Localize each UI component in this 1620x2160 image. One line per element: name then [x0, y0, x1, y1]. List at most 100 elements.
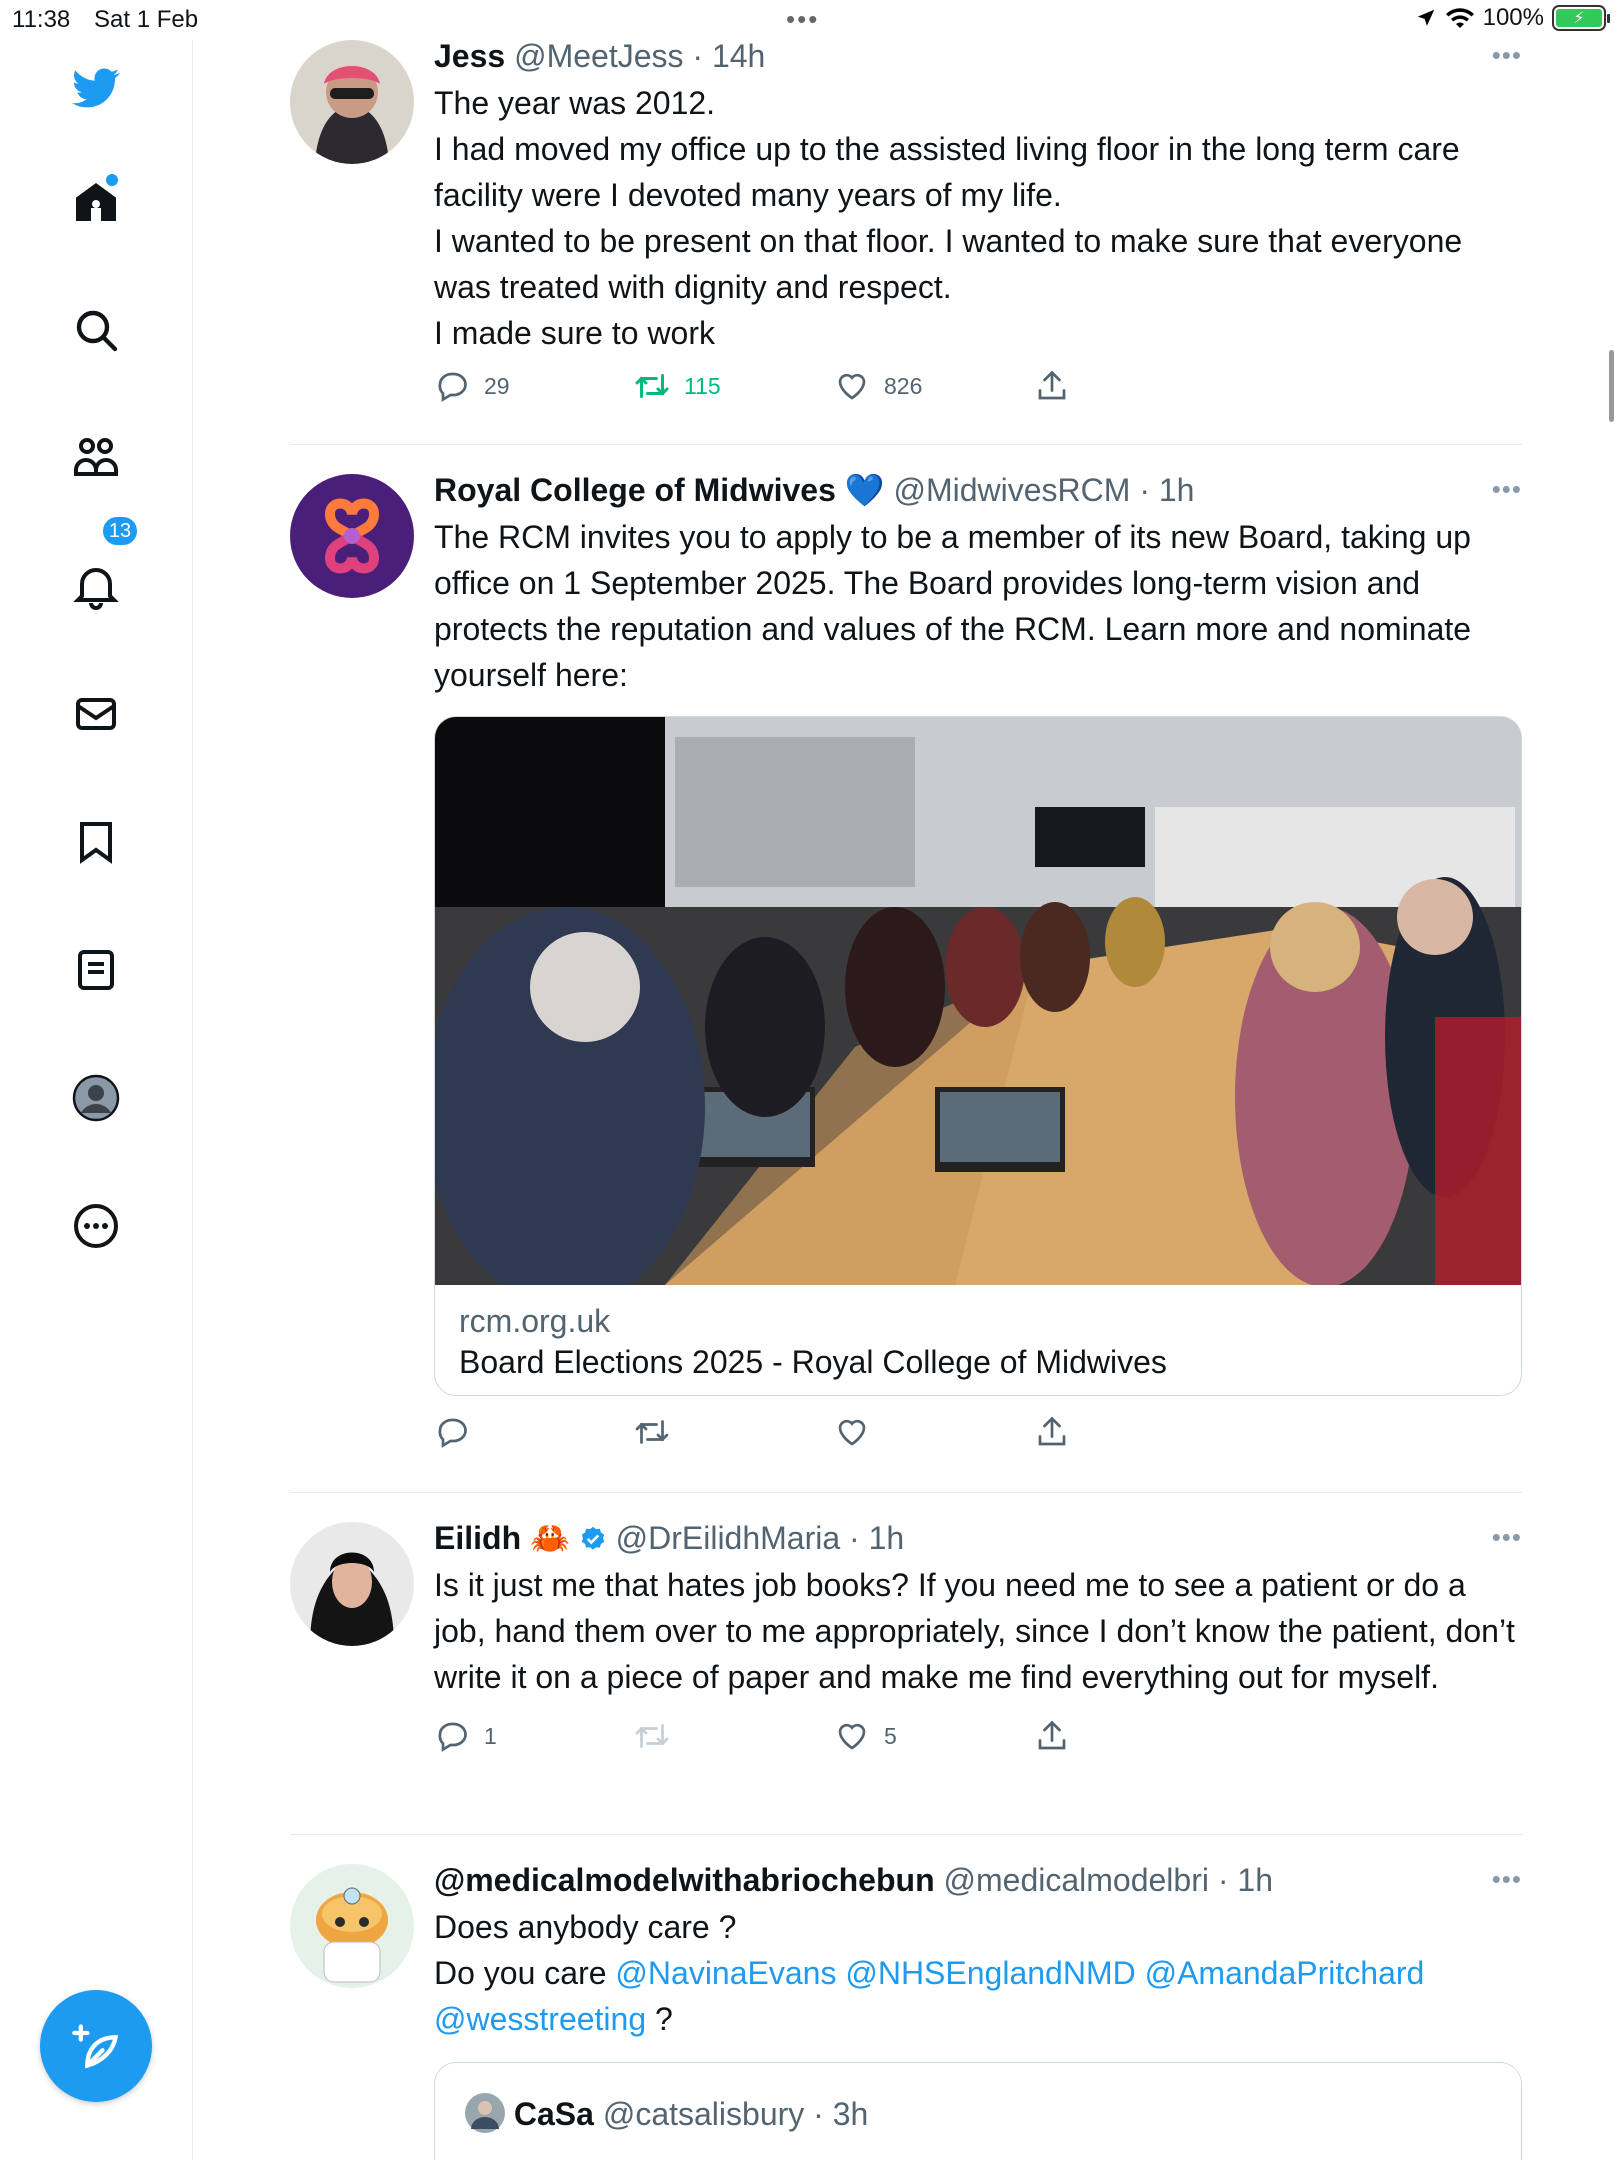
search-icon[interactable] [66, 300, 126, 360]
link-card-image[interactable] [435, 717, 1521, 1285]
retweet-button[interactable]: 115 [634, 368, 721, 404]
reply-button[interactable]: 29 [434, 368, 510, 404]
heart-icon [838, 1419, 866, 1446]
author-name[interactable]: Jess [434, 38, 505, 74]
status-date: Sat 1 Feb [94, 6, 199, 33]
like-button[interactable]: 826 [834, 368, 922, 404]
tweet-text-line: Does anybody care ? [434, 1909, 737, 1945]
link-card-title: Board Elections 2025 - Royal College of … [459, 1344, 1167, 1380]
status-bar: 11:38 Sat 1 Feb ••• 100% ⚡ [0, 0, 1620, 40]
compose-tweet-button[interactable] [40, 1990, 152, 2102]
tweet-more-icon[interactable]: ••• [1492, 1522, 1522, 1553]
twitter-logo-icon[interactable] [66, 58, 126, 118]
messages-envelope-icon[interactable] [66, 684, 126, 744]
retweet-icon [635, 1420, 669, 1444]
tweet-actions: 1 5 [434, 1718, 1522, 1768]
tweet-text-line: I made sure to work [434, 315, 715, 351]
tweet-text-line: @wesstreeting ? [434, 1996, 1522, 2042]
mention-link[interactable]: @wesstreeting [434, 2001, 646, 2037]
share-button[interactable] [1034, 368, 1070, 404]
share-upload-icon [1038, 1416, 1066, 1446]
battery-icon: ⚡ [1552, 5, 1610, 31]
profile-avatar-icon[interactable] [66, 1068, 126, 1128]
mention-link[interactable]: @NHSEnglandNMD [845, 1955, 1135, 1991]
tweet-text: Is it just me that hates job books? If y… [434, 1567, 1515, 1695]
tweet-header: Jess @MeetJess · 14h [434, 36, 1522, 76]
multitasking-dots-icon[interactable]: ••• [786, 4, 819, 35]
author-name[interactable]: Royal College of Midwives [434, 472, 836, 508]
avatar[interactable] [290, 1864, 414, 1988]
reply-bubble-icon [438, 1418, 467, 1448]
reply-button[interactable] [434, 1414, 470, 1450]
status-time: 11:38 [12, 6, 71, 33]
like-count: 5 [884, 1722, 897, 1749]
blue-heart-emoji: 💙 [844, 472, 885, 508]
scrollbar[interactable] [1609, 350, 1614, 422]
home-unread-dot [106, 174, 118, 186]
notifications-bell-icon[interactable] [66, 556, 126, 616]
author-handle[interactable]: @MeetJess [514, 38, 683, 74]
retweet-count: 115 [684, 372, 721, 399]
quoted-tweet-time[interactable]: · 3h [813, 2096, 868, 2132]
notifications-badge: 13 [100, 514, 140, 548]
share-button[interactable] [1034, 1718, 1070, 1754]
tweet-text-line: Do you care @NavinaEvans @NHSEnglandNMD … [434, 1950, 1522, 1996]
like-count: 826 [884, 372, 923, 399]
mention-link[interactable]: @AmandaPritchard [1145, 1955, 1425, 1991]
reply-bubble-icon [438, 372, 467, 402]
tweet-header: @medicalmodelwithabriochebun @medicalmod… [434, 1860, 1522, 1900]
avatar[interactable] [290, 40, 414, 164]
tweet-text-segment: ? [655, 2001, 673, 2037]
avatar[interactable] [290, 474, 414, 598]
tweet-text-segment: Do you care [434, 1955, 607, 1991]
tweet-more-icon[interactable]: ••• [1492, 474, 1522, 505]
author-handle[interactable]: @DrEilidhMaria [616, 1520, 841, 1556]
link-card-domain: rcm.org.uk [459, 1303, 611, 1339]
quoted-author-handle[interactable]: @catsalisbury [603, 2096, 804, 2132]
share-button[interactable] [1034, 1414, 1070, 1450]
tweet-divider [290, 1834, 1522, 1835]
avatar[interactable] [290, 1522, 414, 1646]
wifi-icon [1445, 8, 1474, 28]
author-name[interactable]: @medicalmodelwithabriochebun [434, 1862, 935, 1898]
retweet-icon [635, 1724, 669, 1748]
reply-button[interactable]: 1 [434, 1718, 497, 1754]
more-options-circle-icon[interactable] [66, 1196, 126, 1256]
author-name[interactable]: Eilidh [434, 1520, 521, 1556]
tweet-header: Royal College of Midwives 💙 @MidwivesRCM… [434, 470, 1522, 510]
like-button[interactable]: 5 [834, 1718, 897, 1754]
tweet-time[interactable]: · 1h [849, 1520, 904, 1556]
tweet-more-icon[interactable]: ••• [1492, 1864, 1522, 1895]
like-button[interactable] [834, 1414, 870, 1450]
tweet-divider [290, 1492, 1522, 1493]
quoted-tweet[interactable]: CaSa @catsalisbury · 3h [434, 2062, 1522, 2160]
tweet-time[interactable]: · 1h [1139, 472, 1194, 508]
quoted-author-name[interactable]: CaSa [514, 2096, 594, 2132]
crab-emoji: 🦀 [530, 1520, 570, 1556]
tweet-header: Eilidh 🦀 @DrEilidhMaria · 1h [434, 1518, 1522, 1558]
quoted-author-avatar[interactable] [465, 2093, 505, 2133]
mention-link[interactable]: @NavinaEvans [615, 1955, 836, 1991]
link-card[interactable]: rcm.org.uk Board Elections 2025 - Royal … [434, 716, 1522, 1396]
lists-icon[interactable] [66, 940, 126, 1000]
link-card-meta[interactable]: rcm.org.uk Board Elections 2025 - Royal … [435, 1285, 1521, 1395]
tweet-time[interactable]: · 14h [692, 38, 765, 74]
tweet-more-icon[interactable]: ••• [1492, 40, 1522, 71]
tweet-text: Does anybody care ? Do you care @NavinaE… [434, 1904, 1522, 2042]
reply-count: 29 [484, 372, 510, 399]
author-handle[interactable]: @medicalmodelbri [944, 1862, 1209, 1898]
share-upload-icon [1038, 1720, 1066, 1750]
tweet-actions [434, 1414, 1522, 1464]
retweet-icon [635, 374, 669, 398]
bookmark-icon[interactable] [66, 812, 126, 872]
heart-icon [838, 373, 866, 400]
retweet-button-disabled [634, 1718, 670, 1754]
share-upload-icon [1038, 370, 1066, 400]
tweet-text: The RCM invites you to apply to be a mem… [434, 519, 1472, 693]
retweet-button[interactable] [634, 1414, 670, 1450]
communities-icon[interactable] [66, 428, 126, 488]
author-handle[interactable]: @MidwivesRCM [893, 472, 1130, 508]
tweet-text-line: I had moved my office up to the assisted… [434, 131, 1460, 213]
compose-feather-icon [72, 2024, 119, 2069]
tweet-time[interactable]: · 1h [1218, 1862, 1273, 1898]
